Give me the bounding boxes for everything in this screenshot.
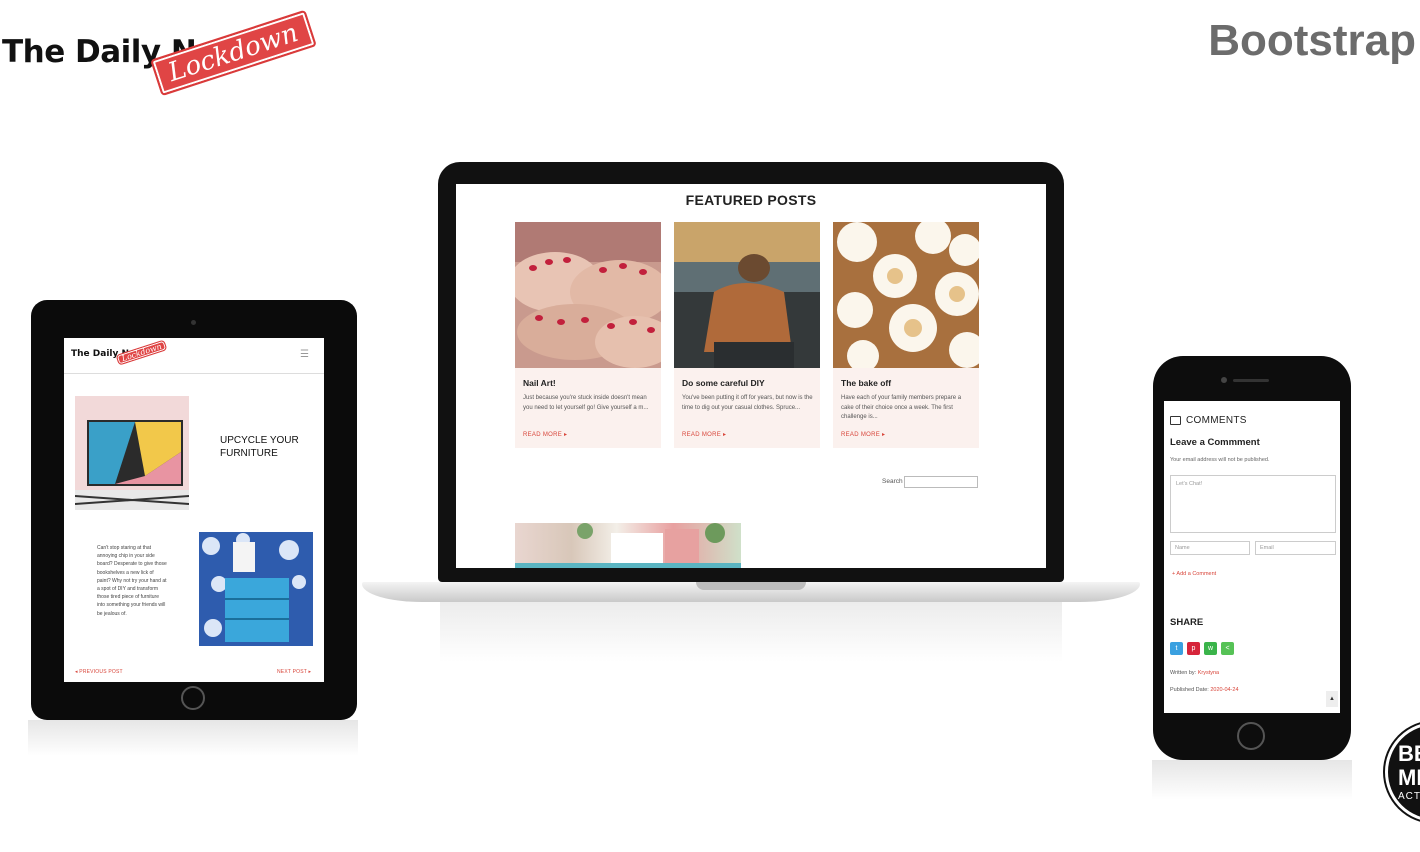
read-more-link[interactable]: READ MORE ▸ [841,431,885,438]
next-post-link[interactable]: NEXT POST ▸ [277,669,311,675]
whatsapp-icon[interactable]: w [1204,642,1217,655]
post-title[interactable]: Nail Art! [523,378,556,388]
post-image-bake-off[interactable] [833,222,979,368]
furniture-image-2 [199,532,313,646]
pinterest-icon[interactable]: p [1187,642,1200,655]
post-excerpt: You've been putting it off for years, bu… [682,395,813,411]
published-date: 2020-04-24 [1210,687,1239,693]
lockdown-stamp: Lockdown [150,9,317,97]
phone-reflection [1152,760,1352,800]
leave-comment-heading: Leave a Commment [1170,437,1260,448]
tablet-screen: The Daily News Lockdown ☰ UPCYCLE YOUR F… [64,338,324,682]
published-line: Published Date: 2020-04-24 [1170,687,1239,693]
site-logo[interactable]: The Daily News Lockdown [2,9,317,97]
search-widget: Search [882,476,980,488]
tablet-feature-title: UPCYCLE YOUR FURNITURE [220,435,299,459]
phone-camera [1221,377,1227,383]
post-image-nail-art[interactable] [515,222,661,368]
hamburger-menu-icon[interactable]: ☰ [300,349,309,360]
post-image-diy[interactable] [674,222,820,368]
laptop-reflection [440,602,1062,662]
read-more-link[interactable]: READ MORE ▸ [523,431,567,438]
tablet-device: The Daily News Lockdown ☰ UPCYCLE YOUR F… [31,300,357,720]
page-headline: Bootstrap [1208,16,1416,65]
badge-line-3: ACT [1398,791,1420,802]
comments-title: COMMENTS [1186,415,1247,426]
post-excerpt: Have each of your family members prepare… [841,395,962,420]
email-field[interactable]: Email [1255,541,1336,555]
author-link[interactable]: Krystyna [1198,670,1219,676]
tablet-lockdown-stamp: Lockdown [115,339,168,366]
post-title[interactable]: Do some careful DIY [682,378,765,388]
tablet-header: The Daily News Lockdown ☰ [64,338,324,374]
comment-icon [1170,416,1181,425]
laptop-base [362,582,1140,602]
badge-line-2: MI [1398,765,1420,790]
laptop-screen: FEATURED POSTS Nail Art! Just because yo… [456,184,1046,568]
add-comment-button[interactable]: + Add a Comment [1172,571,1216,577]
phone-device: COMMENTS Leave a Commment Your email add… [1153,356,1351,760]
search-input[interactable] [904,476,978,488]
featured-posts-title: FEATURED POSTS [685,192,817,208]
corner-badge-logo: BE MI ACT [1385,722,1420,822]
post-excerpt: Just because you're stuck inside doesn't… [523,395,649,411]
written-label: Written by: [1170,670,1197,676]
read-more-link[interactable]: READ MORE ▸ [682,431,726,438]
phone-screen: COMMENTS Leave a Commment Your email add… [1164,401,1340,713]
email-note: Your email address will not be published… [1170,457,1270,463]
previous-post-link[interactable]: ◂ PREVIOUS POST [75,669,123,675]
laptop-device: FEATURED POSTS Nail Art! Just because yo… [438,162,1064,582]
tablet-home-button [181,686,205,710]
tablet-reflection [28,720,358,756]
badge-line-1: BE [1398,741,1420,766]
twitter-icon[interactable]: t [1170,642,1183,655]
share-icon[interactable]: < [1221,642,1234,655]
phone-home-button [1237,722,1265,750]
back-to-top-button[interactable]: ▲ [1326,691,1338,707]
post-card-diy[interactable]: Do some careful DIY You've been putting … [674,222,820,448]
post-image-bathroom[interactable] [515,523,741,568]
post-card-bake-off[interactable]: The bake off Have each of your family me… [833,222,979,448]
search-label: Search [882,478,903,485]
author-line: Written by: Krystyna [1170,670,1219,676]
comment-textarea[interactable]: Let's Chat! [1170,475,1336,533]
published-label: Published Date: [1170,687,1209,693]
phone-speaker [1233,379,1269,382]
tablet-camera [191,320,196,325]
name-field[interactable]: Name [1170,541,1250,555]
comments-heading: COMMENTS [1170,415,1247,426]
share-buttons: t p w < [1170,642,1234,655]
post-card-nail-art[interactable]: Nail Art! Just because you're stuck insi… [515,222,661,448]
tablet-feature-text: Can't stop staring at that annoying chip… [97,545,167,617]
furniture-image-1 [75,396,189,510]
share-heading: SHARE [1170,617,1204,628]
post-title[interactable]: The bake off [841,378,891,388]
laptop-notch [696,582,806,590]
